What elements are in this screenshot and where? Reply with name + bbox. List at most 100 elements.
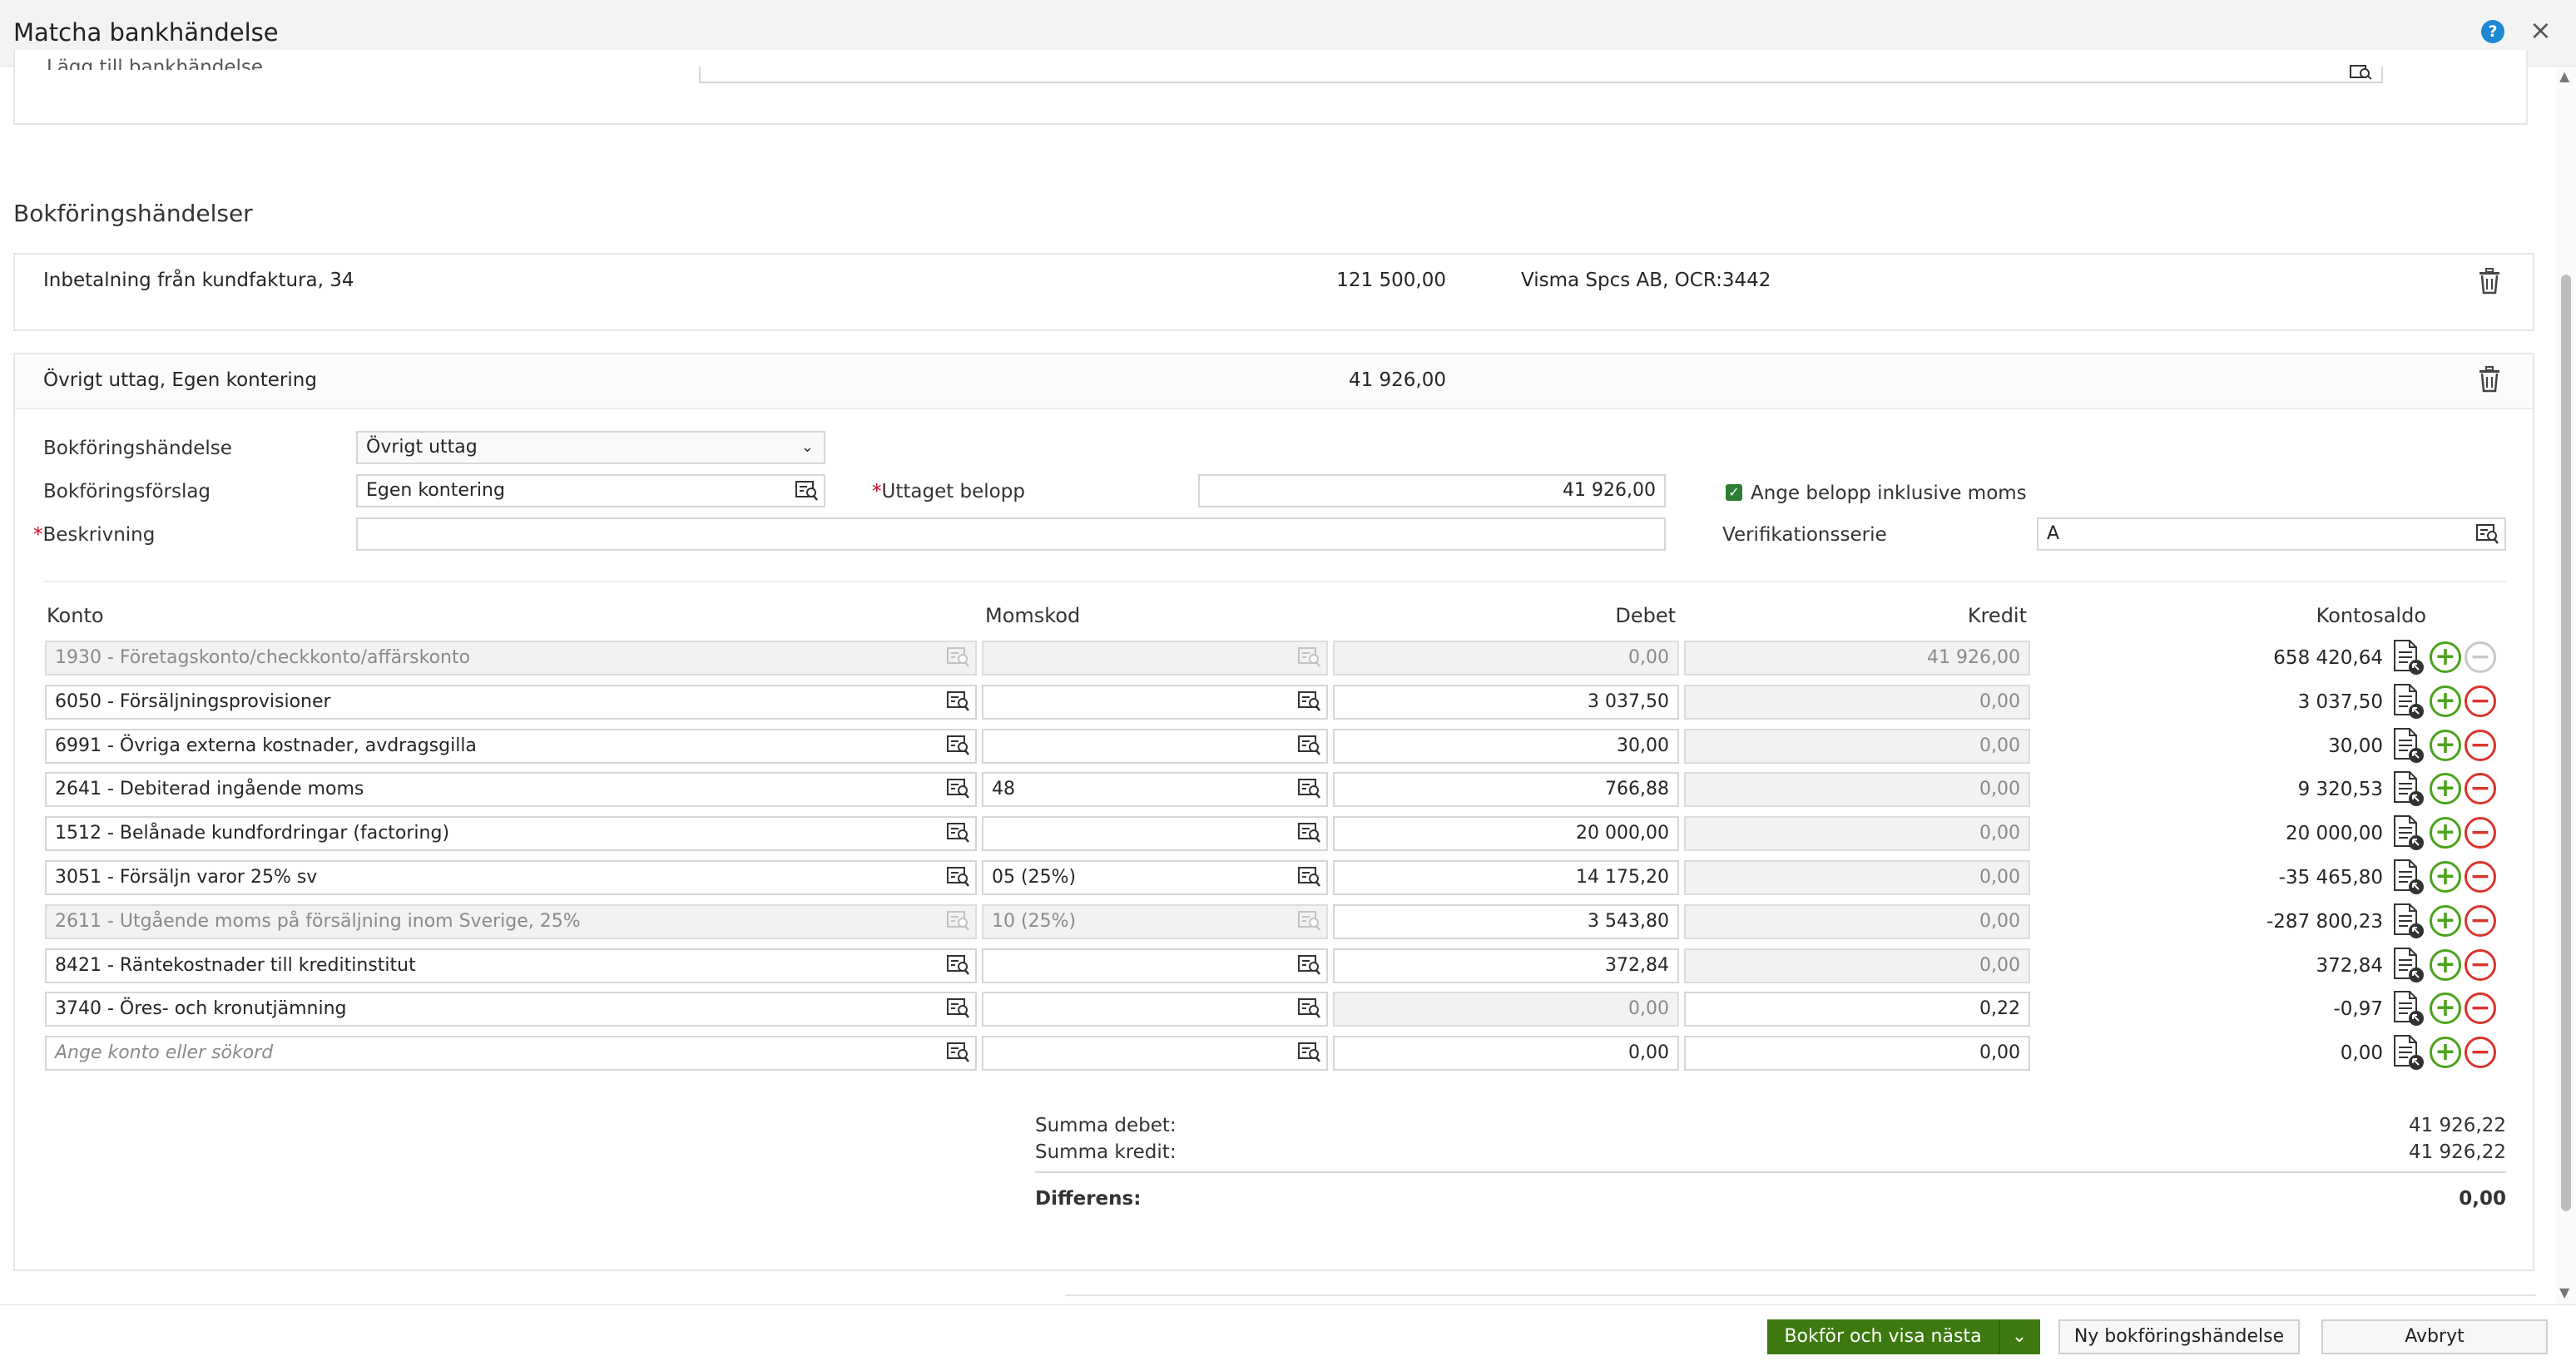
account-info-icon[interactable] (2390, 859, 2426, 895)
lookup-icon[interactable] (947, 1042, 970, 1063)
add-row-icon[interactable]: + (2430, 641, 2461, 673)
vat-code-input[interactable] (982, 641, 1328, 676)
booking-event-card[interactable] (13, 253, 2534, 331)
lookup-icon[interactable] (947, 866, 970, 888)
suggestion-input[interactable]: Egen kontering (356, 474, 825, 507)
lookup-icon[interactable] (795, 480, 819, 502)
event-header[interactable] (15, 354, 2533, 409)
remove-row-icon[interactable]: − (2465, 861, 2496, 893)
add-row-icon[interactable]: + (2430, 992, 2461, 1024)
lookup-icon[interactable] (947, 735, 970, 756)
account-input[interactable]: 3051 - Försäljn varor 25% sv (45, 860, 977, 895)
credit-input[interactable]: 41 926,00 (1684, 641, 2030, 676)
debit-input[interactable]: 3 543,80 (1333, 904, 1679, 939)
series-input[interactable]: A (2037, 517, 2506, 551)
scroll-up-icon[interactable]: ▲ (2559, 68, 2569, 84)
lookup-icon[interactable] (947, 910, 970, 932)
account-info-icon[interactable] (2390, 727, 2426, 764)
debit-input[interactable]: 766,88 (1333, 772, 1679, 807)
lookup-icon[interactable] (2350, 65, 2373, 80)
account-input[interactable]: 1512 - Belånade kundfordringar (factorin… (45, 816, 977, 851)
lookup-icon[interactable] (1298, 1042, 1321, 1063)
credit-input[interactable]: 0,00 (1684, 1036, 2030, 1071)
lookup-icon[interactable] (1298, 997, 1321, 1019)
account-input[interactable]: 3740 - Öres- och kronutjämning (45, 992, 977, 1027)
vat-code-input[interactable] (982, 948, 1328, 983)
withdrawn-amount-input[interactable]: 41 926,00 (1198, 474, 1666, 507)
debit-input[interactable]: 14 175,20 (1333, 860, 1679, 895)
vat-code-input[interactable] (982, 992, 1328, 1027)
credit-input[interactable]: 0,22 (1684, 992, 2030, 1027)
remove-row-icon[interactable]: − (2465, 730, 2496, 761)
add-row-icon[interactable]: + (2430, 861, 2461, 893)
new-booking-event-button[interactable]: Ny bokföringshändelse (2058, 1319, 2300, 1354)
add-row-icon[interactable]: + (2430, 817, 2461, 849)
add-row-icon[interactable]: + (2430, 686, 2461, 717)
remove-row-icon[interactable]: − (2465, 686, 2496, 717)
credit-input[interactable]: 0,00 (1684, 772, 2030, 807)
debit-input[interactable]: 0,00 (1333, 641, 1679, 676)
credit-input[interactable]: 0,00 (1684, 685, 2030, 720)
account-info-icon[interactable] (2390, 639, 2426, 676)
lookup-icon[interactable] (947, 822, 970, 844)
lookup-icon[interactable] (1298, 954, 1321, 976)
lookup-icon[interactable] (947, 690, 970, 712)
remove-row-icon[interactable]: − (2465, 773, 2496, 804)
close-icon[interactable]: × (2529, 15, 2552, 45)
vat-code-input[interactable]: 10 (25%) (982, 904, 1328, 939)
book-options-chevron-icon[interactable]: ⌄ (1999, 1319, 2040, 1354)
account-info-icon[interactable] (2390, 770, 2426, 807)
description-input[interactable] (356, 517, 1666, 551)
lookup-icon[interactable] (947, 778, 970, 799)
account-input[interactable]: 6991 - Övriga externa kostnader, avdrags… (45, 729, 977, 764)
credit-input[interactable]: 0,00 (1684, 904, 2030, 939)
account-input[interactable]: 1930 - Företagskonto/checkkonto/affärsko… (45, 641, 977, 676)
vat-code-input[interactable] (982, 685, 1328, 720)
lookup-icon[interactable] (1298, 866, 1321, 888)
account-info-icon[interactable] (2390, 990, 2426, 1027)
lookup-icon[interactable] (1298, 822, 1321, 844)
add-row-icon[interactable]: + (2430, 949, 2461, 981)
lookup-icon[interactable] (947, 646, 970, 668)
account-input[interactable]: Ange konto eller sökord (45, 1036, 977, 1071)
cancel-button[interactable]: Avbryt (2321, 1319, 2548, 1354)
add-row-icon[interactable]: + (2430, 905, 2461, 937)
lookup-icon[interactable] (2476, 523, 2499, 545)
debit-input[interactable]: 30,00 (1333, 729, 1679, 764)
book-and-next-button[interactable]: Bokför och visa nästa (1767, 1319, 1999, 1354)
account-info-icon[interactable] (2390, 683, 2426, 720)
lookup-icon[interactable] (1298, 778, 1321, 799)
scrollbar-thumb[interactable] (2561, 275, 2571, 1211)
account-input[interactable]: 6050 - Försäljningsprovisioner (45, 685, 977, 720)
help-icon[interactable]: ? (2481, 20, 2504, 43)
credit-input[interactable]: 0,00 (1684, 816, 2030, 851)
debit-input[interactable]: 20 000,00 (1333, 816, 1679, 851)
account-info-icon[interactable] (2390, 903, 2426, 939)
remove-row-icon[interactable]: − (2465, 817, 2496, 849)
account-info-icon[interactable] (2390, 1034, 2426, 1071)
vat-code-input[interactable] (982, 729, 1328, 764)
vat-inclusive-checkbox[interactable]: ✓ (1726, 484, 1742, 501)
account-info-icon[interactable] (2390, 947, 2426, 983)
account-input[interactable]: 2641 - Debiterad ingående moms (45, 772, 977, 807)
trash-icon[interactable] (2478, 268, 2501, 294)
account-input[interactable]: 8421 - Räntekostnader till kreditinstitu… (45, 948, 977, 983)
lookup-icon[interactable] (1298, 646, 1321, 668)
debit-input[interactable]: 0,00 (1333, 1036, 1679, 1071)
vat-code-input[interactable]: 05 (25%) (982, 860, 1328, 895)
credit-input[interactable]: 0,00 (1684, 860, 2030, 895)
debit-input[interactable]: 3 037,50 (1333, 685, 1679, 720)
add-bank-event-input[interactable] (699, 67, 2383, 83)
lookup-icon[interactable] (947, 997, 970, 1019)
lookup-icon[interactable] (1298, 910, 1321, 932)
remove-row-icon[interactable]: − (2465, 992, 2496, 1024)
credit-input[interactable]: 0,00 (1684, 948, 2030, 983)
trash-icon[interactable] (2478, 366, 2501, 393)
event-type-select[interactable]: Övrigt uttag ⌄ (356, 431, 825, 464)
debit-input[interactable]: 0,00 (1333, 992, 1679, 1027)
account-info-icon[interactable] (2390, 814, 2426, 851)
lookup-icon[interactable] (1298, 735, 1321, 756)
add-row-icon[interactable]: + (2430, 1037, 2461, 1068)
remove-row-icon[interactable]: − (2465, 641, 2496, 673)
add-row-icon[interactable]: + (2430, 730, 2461, 761)
